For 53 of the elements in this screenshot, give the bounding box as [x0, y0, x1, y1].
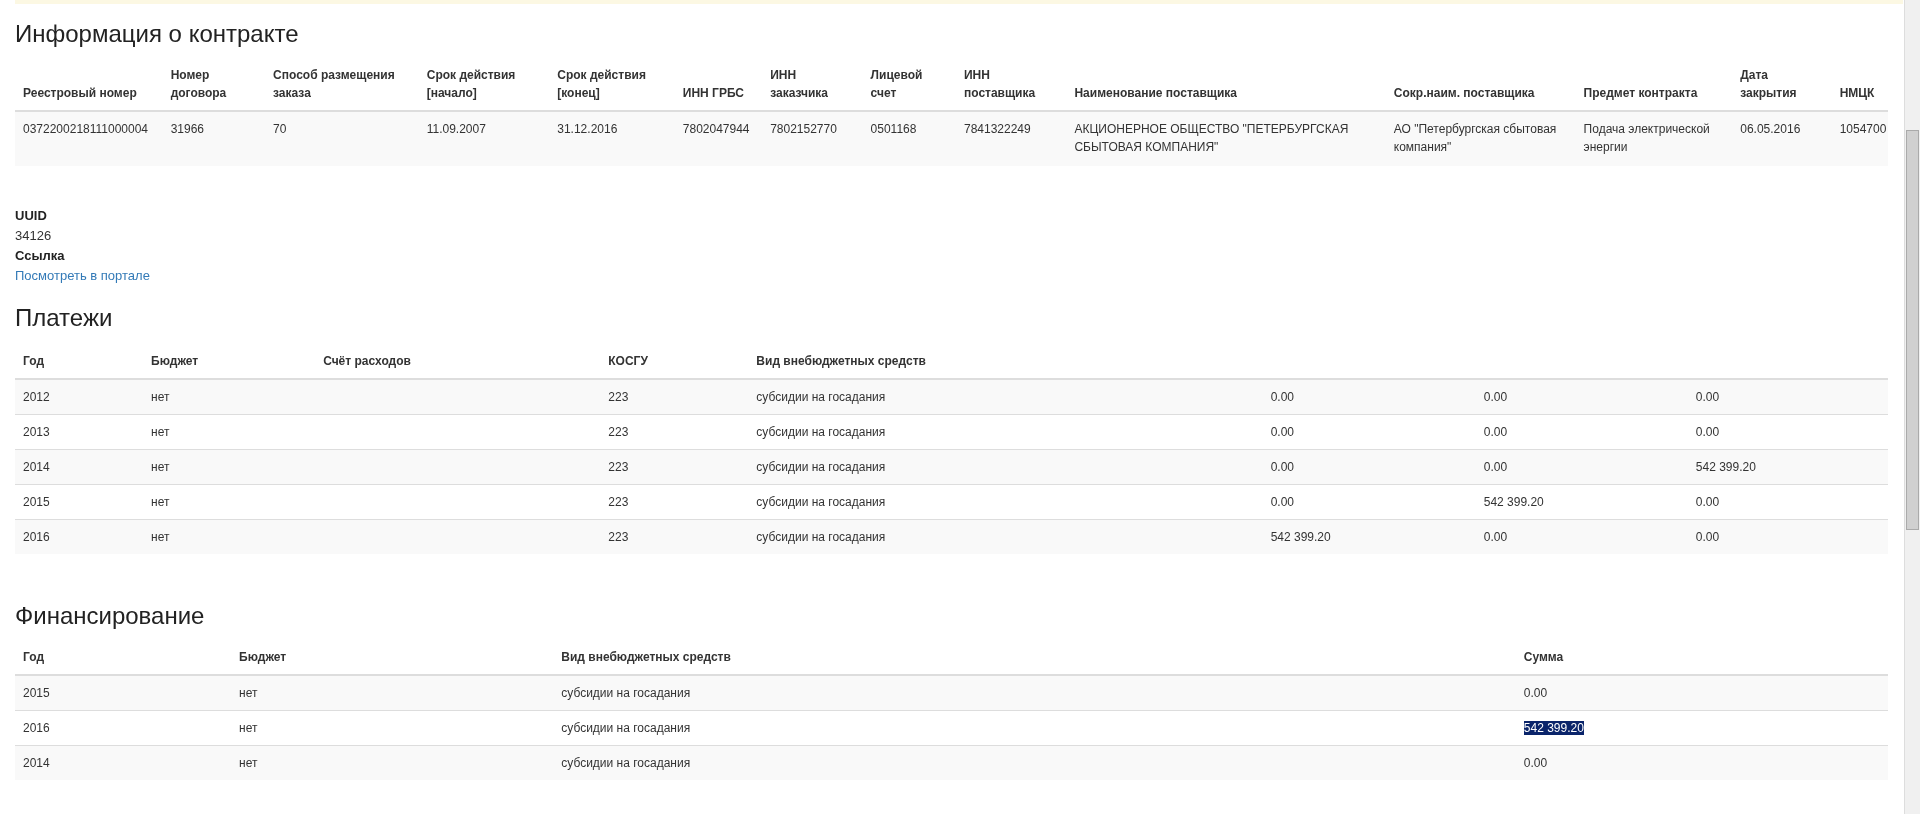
- table-cell: 7802152770: [762, 111, 863, 166]
- table-cell: 0.00: [1475, 379, 1688, 415]
- table-cell: 2014: [15, 745, 232, 780]
- table-cell: 223: [600, 449, 749, 485]
- table-cell: 2014: [15, 449, 144, 485]
- table-cell: 0.00: [1687, 379, 1888, 415]
- field-label: UUID: [15, 207, 47, 225]
- field-label: Ссылка: [15, 247, 65, 265]
- portal-link[interactable]: Посмотреть в портале: [15, 266, 150, 286]
- table-cell: 11.09.2007: [418, 111, 550, 166]
- table-cell: 2016: [15, 519, 144, 554]
- table-cell: субсидии на госадания: [553, 745, 1516, 780]
- scrollbar[interactable]: [1904, 0, 1920, 814]
- table-cell: 0501168: [862, 111, 956, 166]
- table-cell: субсидии на госадания: [748, 519, 1263, 554]
- table-cell: субсидии на госадания: [748, 379, 1263, 415]
- table-cell: нет: [231, 675, 554, 711]
- table-cell: Подача электрической энергии: [1575, 111, 1733, 166]
- table-cell: 2012: [15, 379, 144, 415]
- scrollbar-thumb[interactable]: [1906, 130, 1919, 530]
- section-title: Информация о контракте: [15, 20, 300, 48]
- table-cell: 1054700: [1831, 111, 1888, 166]
- table-cell: 0.00: [1687, 519, 1888, 554]
- table-cell: субсидии на госадания: [748, 449, 1263, 485]
- table-cell: нет: [231, 745, 554, 780]
- table-cell: 70: [265, 111, 419, 166]
- table-cell: нет: [143, 449, 316, 485]
- table-cell: 0372200218111000004: [15, 111, 163, 166]
- table-cell: 0.00: [1523, 756, 1548, 770]
- section-title: Финансирование: [15, 602, 206, 630]
- table-cell: 542 399.20: [1262, 519, 1476, 554]
- table-cell: 0.00: [1523, 686, 1548, 700]
- table-cell: 542 399.20: [1687, 449, 1888, 485]
- table-cell: 0.00: [1262, 449, 1476, 485]
- table-cell: 7841322249: [955, 111, 1067, 166]
- table-cell: субсидии на госадания: [553, 675, 1516, 711]
- table-cell: нет: [143, 379, 316, 415]
- table-cell: 31.12.2016: [549, 111, 675, 166]
- table-cell: 223: [600, 379, 749, 415]
- table-cell: 0.00: [1262, 379, 1476, 415]
- table-cell: 223: [600, 519, 749, 554]
- table-cell: 0.00: [1475, 449, 1688, 485]
- table-cell: 7802047944: [674, 111, 763, 166]
- table-cell: нет: [143, 519, 316, 554]
- table-cell: 06.05.2016: [1732, 111, 1832, 166]
- table-cell: 542 399.20: [1523, 721, 1584, 735]
- table-cell: 2015: [15, 675, 232, 711]
- field-value: 34126: [15, 227, 52, 245]
- table-cell: 31966: [162, 111, 266, 166]
- table-cell: АО "Петербургская сбытовая компания": [1385, 111, 1576, 166]
- table-cell: 0.00: [1475, 519, 1688, 554]
- table-cell: АКЦИОНЕРНОЕ ОБЩЕСТВО "ПЕТЕРБУРГСКАЯ СБЫТОВАЯ КОМПАНИЯ": [1066, 111, 1386, 166]
- section-title: Платежи: [15, 304, 114, 332]
